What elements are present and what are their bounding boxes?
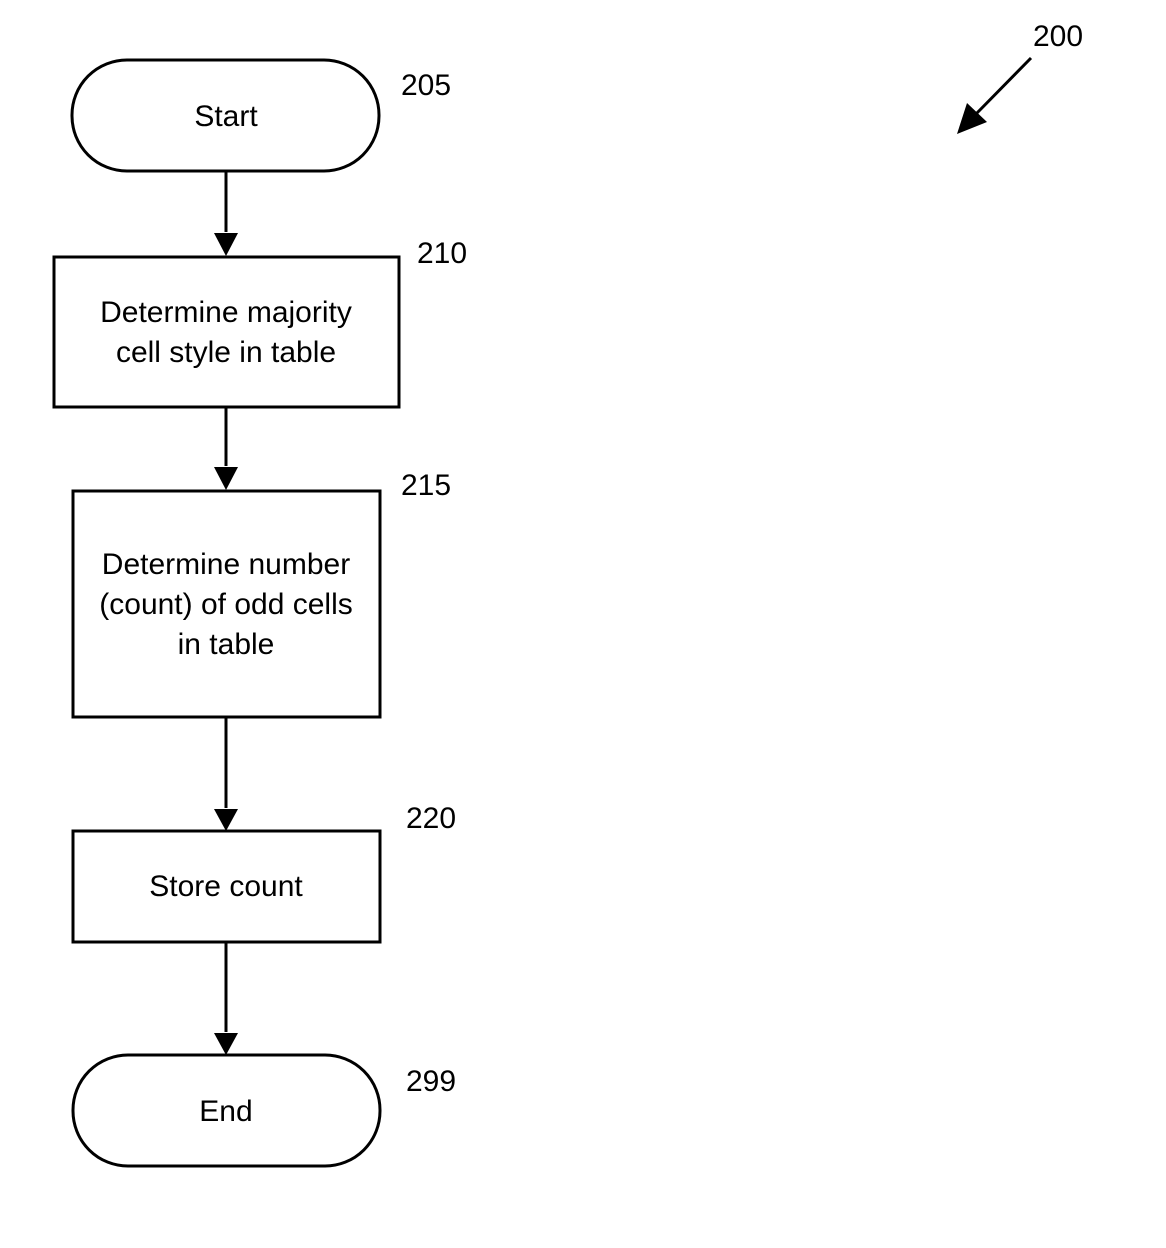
node-determine-count-line-2: (count) of odd cells (99, 588, 352, 621)
figure-reference-label: 200 (1033, 20, 1083, 53)
flowchart: 200 Start 205 Determine majority cell st… (52, 20, 1083, 1168)
node-determine-count-line-3: in table (178, 628, 275, 661)
node-determine-majority-line-2: cell style in table (116, 336, 336, 369)
node-start-text: Start (194, 100, 258, 133)
node-store-count-ref: 220 (406, 802, 456, 835)
node-determine-majority-ref: 210 (417, 237, 467, 270)
node-start: Start (70, 58, 381, 173)
node-store-count-text: Store count (149, 870, 303, 903)
edge-majority-to-count (214, 408, 238, 490)
node-determine-count-ref: 215 (401, 469, 451, 502)
node-end: End (71, 1053, 382, 1168)
edge-store-to-end (214, 943, 238, 1055)
figure-reference-arrow (957, 56, 1033, 134)
node-determine-majority-line-1: Determine majority (100, 296, 352, 329)
node-end-ref: 299 (406, 1065, 456, 1098)
node-determine-count-line-1: Determine number (102, 548, 350, 581)
node-end-text: End (199, 1095, 252, 1128)
node-determine-majority: Determine majority cell style in table (52, 255, 401, 409)
edge-start-to-majority (214, 172, 238, 256)
node-start-ref: 205 (401, 69, 451, 102)
node-determine-count: Determine number (count) of odd cells in… (71, 489, 382, 719)
node-store-count: Store count (71, 829, 382, 944)
edge-count-to-store (214, 718, 238, 831)
